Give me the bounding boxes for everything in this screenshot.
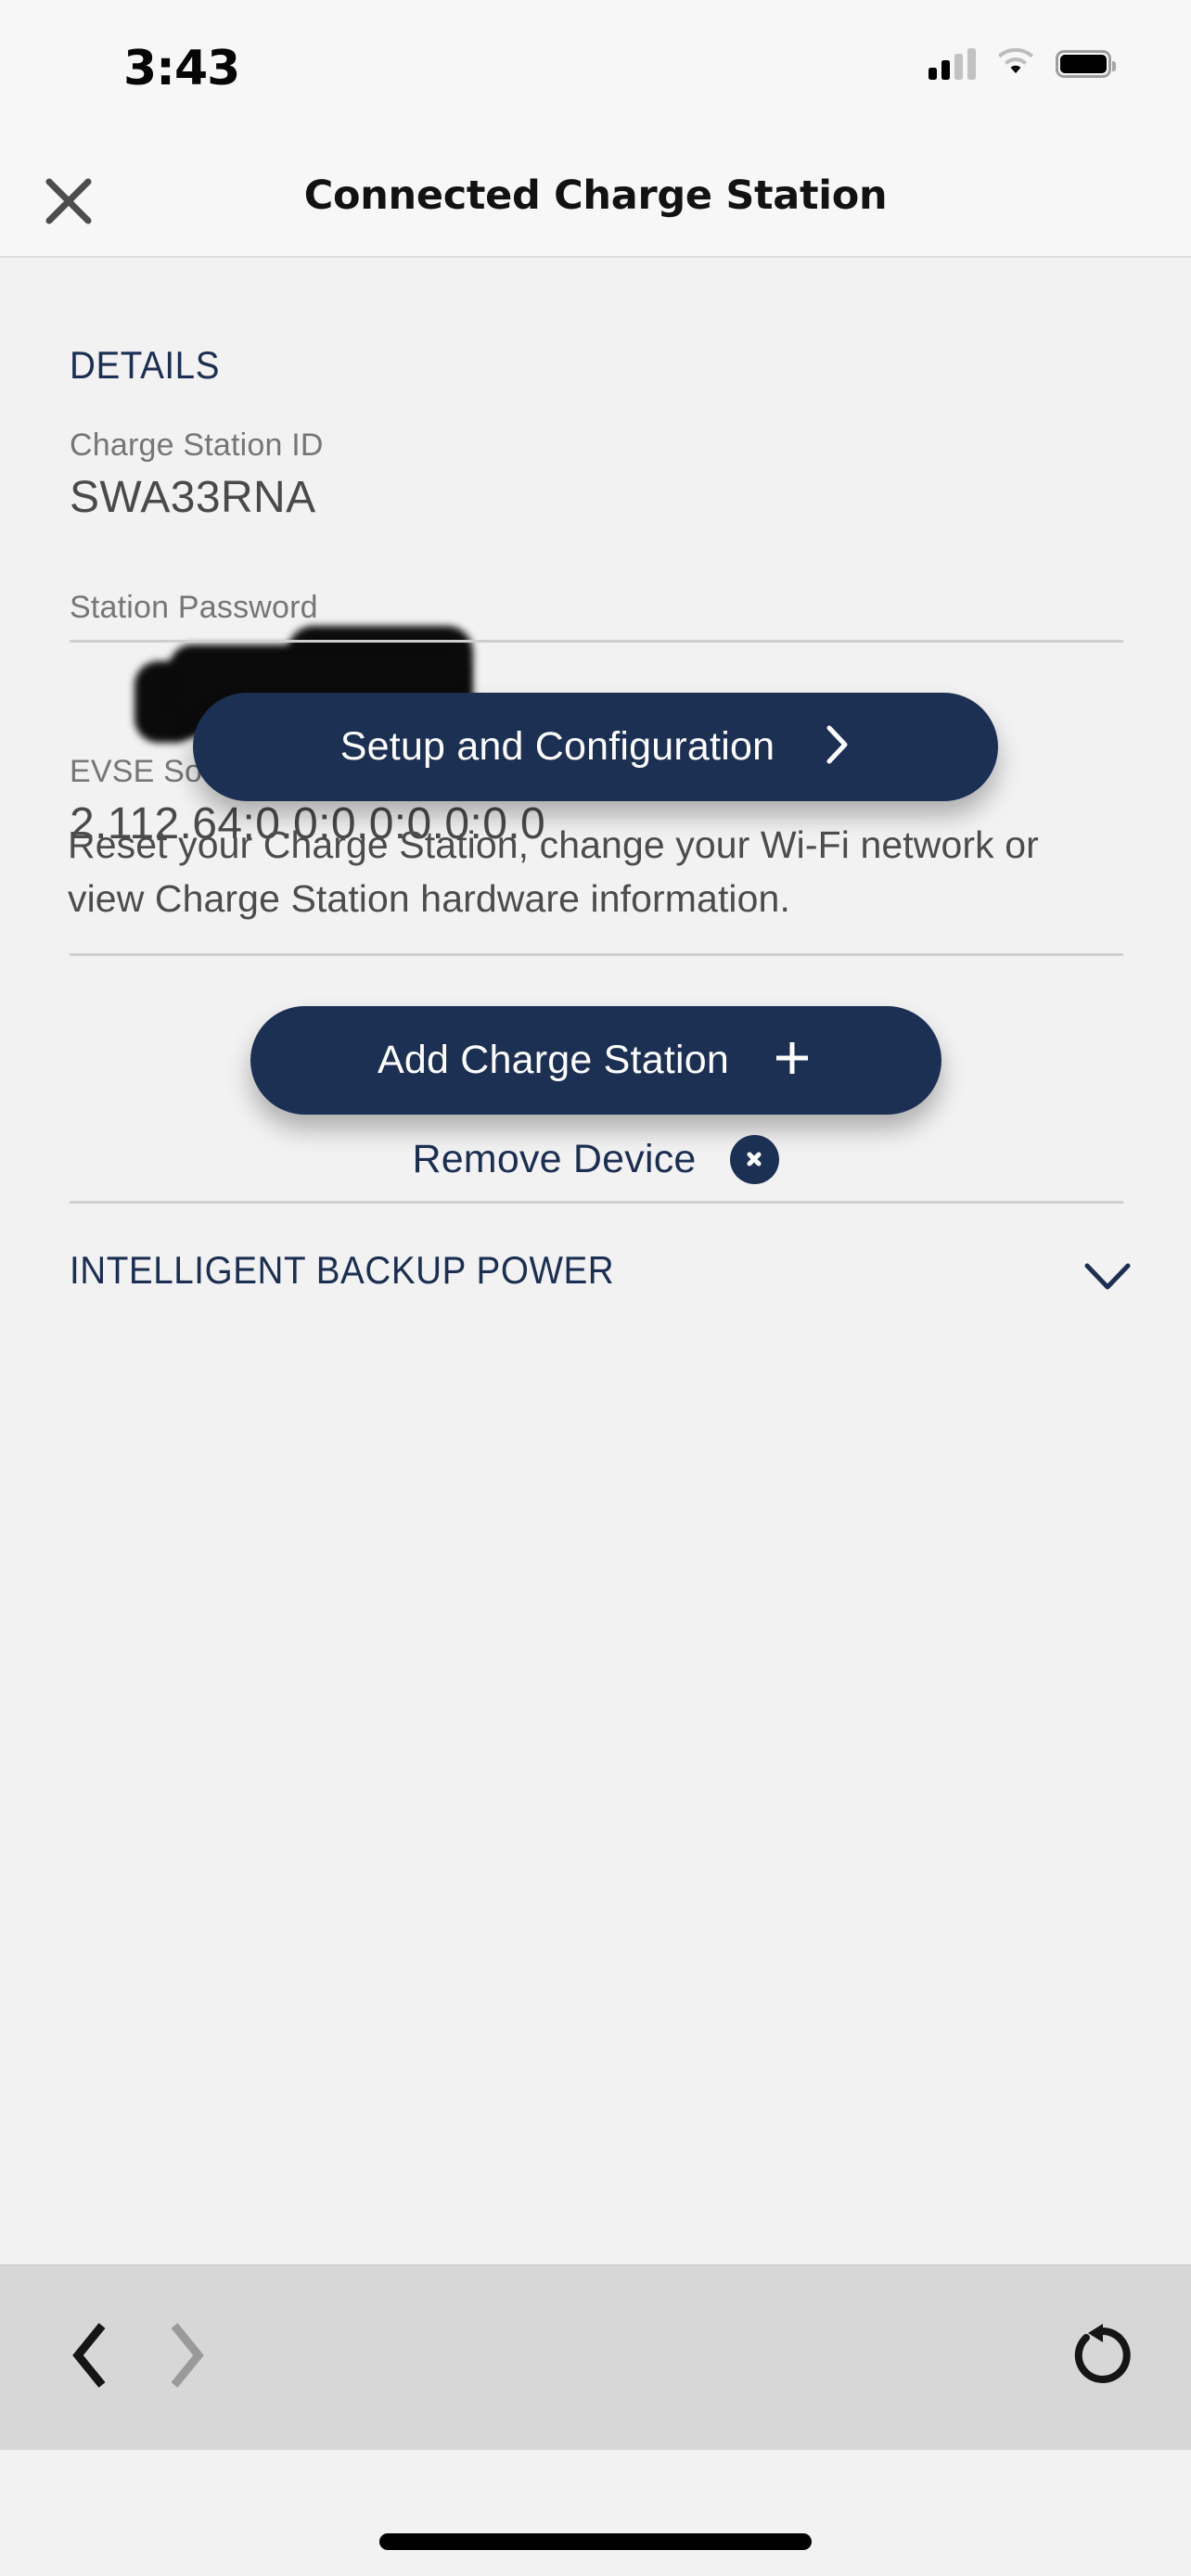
- page-title: Connected Charge Station: [303, 172, 888, 219]
- add-charge-station-label: Add Charge Station: [378, 1038, 729, 1082]
- setup-and-configuration-button[interactable]: Setup and Configuration: [193, 693, 998, 801]
- field-charge-station-id: Charge Station ID SWA33RNA: [70, 427, 324, 527]
- navigation-bar: Connected Charge Station: [0, 139, 1191, 258]
- divider: [70, 953, 1123, 956]
- browser-back-button[interactable]: [40, 2306, 142, 2408]
- divider: [70, 1201, 1123, 1204]
- plus-icon: [770, 1036, 814, 1085]
- browser-reload-button[interactable]: [1052, 2306, 1154, 2408]
- home-indicator-area: [0, 2450, 1191, 2576]
- details-section-heading: DETAILS: [70, 343, 221, 387]
- reload-icon: [1073, 2322, 1133, 2393]
- status-bar: 3:43: [0, 0, 1191, 139]
- field-station-password: Station Password: [70, 589, 473, 743]
- home-indicator[interactable]: [379, 2533, 812, 2550]
- intelligent-backup-power-section[interactable]: INTELLIGENT BACKUP POWER: [0, 1231, 1191, 1333]
- chevron-left-icon: [63, 2318, 119, 2397]
- intelligent-backup-power-heading: INTELLIGENT BACKUP POWER: [70, 1248, 615, 1292]
- setup-description: Reset your Charge Station, change your W…: [68, 823, 1039, 920]
- setup-and-configuration-label: Setup and Configuration: [339, 724, 775, 769]
- cellular-signal-icon: [928, 47, 976, 80]
- add-charge-station-button[interactable]: Add Charge Station: [250, 1006, 941, 1115]
- status-bar-clock: 3:43: [123, 41, 240, 96]
- browser-forward-button[interactable]: [134, 2306, 237, 2408]
- chevron-right-icon: [158, 2318, 213, 2397]
- close-circle-icon: [729, 1134, 779, 1184]
- chevron-right-icon: [823, 722, 851, 772]
- page-content: DETAILS Charge Station ID SWA33RNA Stati…: [0, 260, 1191, 2264]
- remove-device-label: Remove Device: [412, 1136, 697, 1181]
- remove-device-button[interactable]: Remove Device: [0, 1117, 1191, 1201]
- status-bar-indicators: [928, 46, 1116, 81]
- battery-full-icon: [1056, 49, 1116, 78]
- wifi-icon: [996, 46, 1035, 81]
- chevron-down-icon[interactable]: [1082, 1257, 1133, 1294]
- field-label: Station Password: [70, 590, 318, 625]
- divider: [70, 640, 1123, 643]
- field-label: Charge Station ID: [70, 427, 324, 463]
- browser-toolbar: [0, 2264, 1191, 2450]
- field-value: SWA33RNA: [70, 473, 316, 522]
- phone-screen: 3:43 Connected Charge Station DETAILS Ch…: [0, 0, 1191, 2576]
